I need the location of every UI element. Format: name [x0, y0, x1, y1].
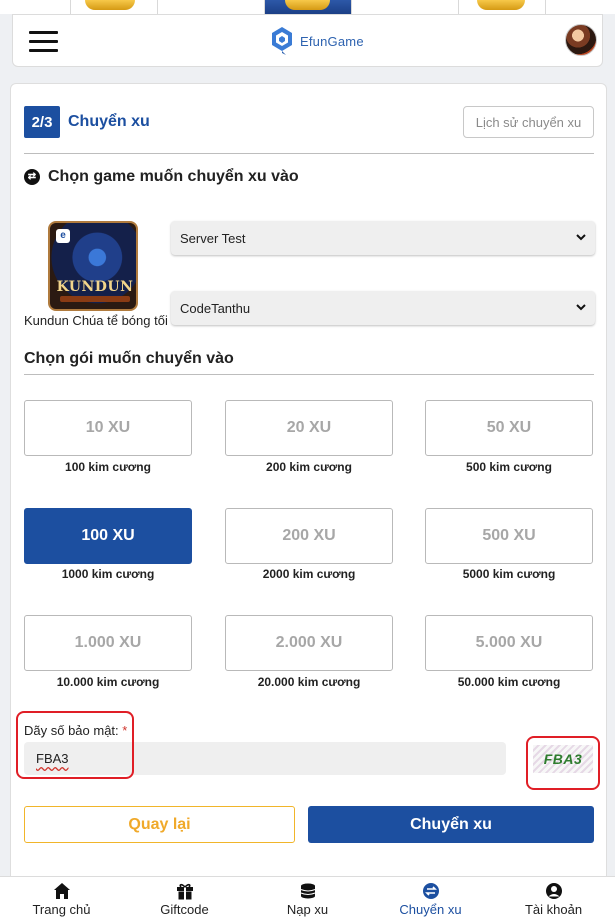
transfer-submit-button[interactable]: Chuyển xu: [308, 806, 594, 843]
chevron-down-icon: [576, 304, 586, 311]
nav-giftcode[interactable]: Giftcode: [123, 877, 246, 918]
choose-game-heading: ⇄ Chọn game muốn chuyển xu vào: [24, 168, 299, 186]
server-select-value: Server Test: [180, 230, 246, 246]
divider: [24, 374, 594, 375]
package-diamonds: 500 kim cương: [466, 460, 552, 474]
package-diamonds: 20.000 kim cương: [257, 675, 361, 689]
choose-game-label: Chọn game muốn chuyển xu vào: [48, 168, 299, 185]
banner-tile: [458, 0, 546, 14]
back-button[interactable]: Quay lại: [24, 806, 295, 843]
package-diamonds: 5000 kim cương: [462, 567, 556, 581]
step-badge: 2/3: [24, 106, 60, 138]
nav-label: Nạp xu: [286, 902, 329, 917]
package-diamonds: 100 kim cương: [65, 460, 151, 474]
package-option[interactable]: 1.000 XU: [24, 615, 192, 671]
nav-home[interactable]: Trang chủ: [0, 877, 123, 918]
brand-logo[interactable]: EfunGame: [270, 26, 364, 56]
home-icon: [53, 883, 70, 899]
package-option[interactable]: 10 XU: [24, 400, 192, 456]
transfer-card: 2/3 Chuyển xu Lịch sử chuyển xu ⇄ Chọn g…: [10, 83, 607, 883]
nav-label: Chuyển xu: [399, 902, 462, 917]
character-select-value: CodeTanthu: [180, 300, 251, 316]
security-code-input[interactable]: FBA3: [24, 742, 506, 775]
user-avatar[interactable]: [565, 24, 597, 56]
app-header: EfunGame: [12, 14, 603, 67]
package-diamonds: 2000 kim cương: [262, 567, 356, 581]
package-option[interactable]: 500 XU: [425, 508, 593, 564]
security-code-label: Dãy số bảo mật: *: [24, 723, 127, 738]
banner-tile: [70, 0, 158, 14]
package-diamonds: 10.000 kim cương: [56, 675, 160, 689]
package-option[interactable]: 50 XU: [425, 400, 593, 456]
swap-icon: ⇄: [24, 169, 40, 185]
choose-package-label: Chọn gói muốn chuyển vào: [24, 350, 234, 367]
package-option[interactable]: 2.000 XU: [225, 615, 393, 671]
nav-account[interactable]: Tài khoản: [492, 877, 615, 918]
bottom-nav: Trang chủ Giftcode Nạp xu Chuyển xu Tài …: [0, 876, 615, 918]
server-select[interactable]: Server Test: [171, 221, 595, 255]
transfer-history-button[interactable]: Lịch sử chuyển xu: [463, 106, 594, 138]
package-option-selected[interactable]: 100 XU: [24, 508, 192, 564]
game-logo-text: KUNDUN: [56, 279, 134, 295]
game-name: Kundun Chúa tể bóng tối: [24, 313, 168, 328]
nav-label: Tài khoản: [524, 902, 583, 917]
brand-name: EfunGame: [300, 33, 364, 49]
banner-tile: [264, 0, 352, 14]
top-banner: [0, 0, 615, 14]
security-code-label-text: Dãy số bảo mật:: [24, 723, 119, 738]
nav-label: Giftcode: [160, 902, 209, 917]
package-diamonds: 1000 kim cương: [61, 567, 155, 581]
hamburger-icon[interactable]: [29, 30, 59, 52]
nav-topup[interactable]: Nạp xu: [246, 877, 369, 918]
efun-badge-icon: e: [56, 229, 70, 243]
package-diamonds: 50.000 kim cương: [457, 675, 561, 689]
captcha-image[interactable]: FBA3: [533, 745, 593, 773]
security-code-value: FBA3: [36, 751, 69, 766]
package-option[interactable]: 20 XU: [225, 400, 393, 456]
required-mark: *: [122, 723, 128, 738]
efun-logo-icon: [272, 27, 292, 55]
gift-icon: [176, 883, 193, 900]
package-diamonds: 200 kim cương: [266, 460, 352, 474]
game-thumbnail[interactable]: e KUNDUN: [48, 221, 138, 311]
package-option[interactable]: 200 XU: [225, 508, 393, 564]
account-icon: [545, 883, 562, 899]
chevron-down-icon: [576, 234, 586, 241]
character-select[interactable]: CodeTanthu: [171, 291, 595, 325]
page-title: Chuyển xu: [68, 113, 150, 130]
divider: [24, 153, 594, 154]
package-option[interactable]: 5.000 XU: [425, 615, 593, 671]
coins-icon: [300, 883, 315, 899]
nav-transfer[interactable]: Chuyển xu: [369, 877, 492, 918]
transfer-icon: [422, 883, 439, 899]
nav-label: Trang chủ: [32, 902, 91, 917]
